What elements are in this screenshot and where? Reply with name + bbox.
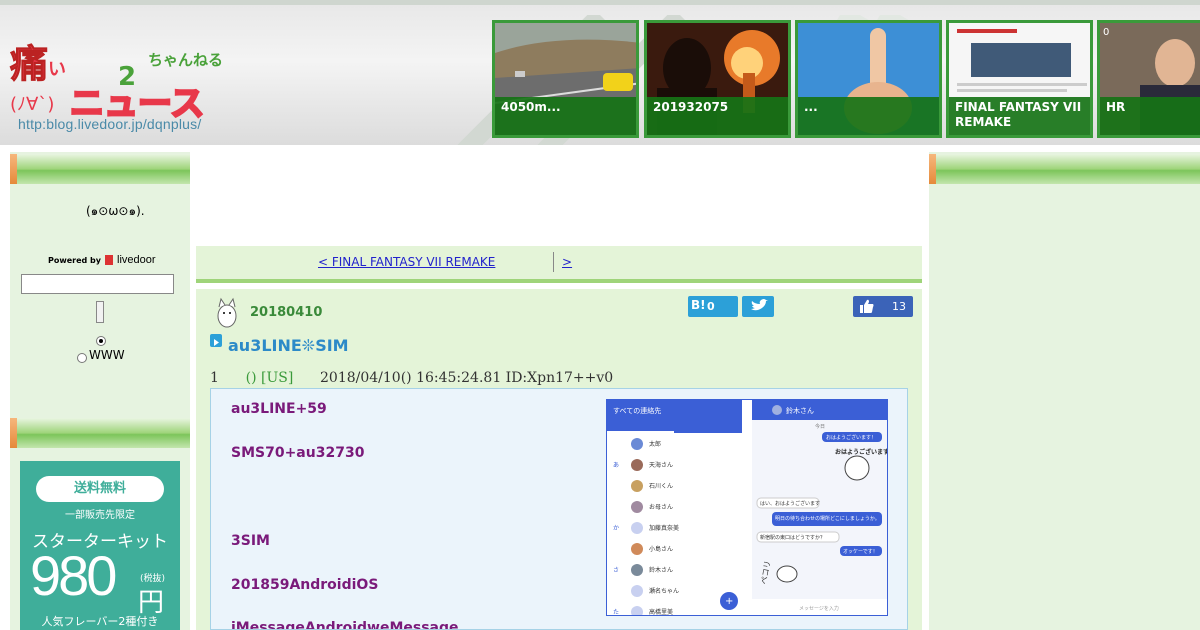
ad-limited-text: 一部販売先限定 <box>65 510 135 521</box>
article: 20180410 B! 0 13 au3LINE❊SIM 1 () [US] 2… <box>196 289 922 630</box>
article-nav: < FINAL FANTASY VII REMAKE > <box>196 246 922 283</box>
search-button[interactable] <box>96 301 104 323</box>
sidebar-section-bar <box>10 418 190 448</box>
post-line-4: 201859AndroidiOS <box>231 577 379 593</box>
right-sidebar-header-bar <box>929 154 1200 184</box>
svg-text:今日: 今日 <box>815 423 825 430</box>
header-thumb-2[interactable]: 201932075 <box>644 20 791 138</box>
svg-text:新宿駅の東口はどうですか？: 新宿駅の東口はどうですか？ <box>760 534 825 541</box>
post-line-3: 3SIM <box>231 533 270 549</box>
post-number: 1 <box>210 370 219 386</box>
sidebar-header-bar <box>10 154 190 184</box>
thumb-caption: ... <box>798 97 939 135</box>
radio-www[interactable] <box>77 353 87 363</box>
header-thumb-3[interactable]: ... <box>795 20 942 138</box>
svg-text:+: + <box>725 596 733 607</box>
thumb-caption: FINAL FANTASY VII REMAKE <box>949 97 1090 135</box>
livedoor-icon <box>105 255 113 265</box>
svg-text:瀬名ちゃん: 瀬名ちゃん <box>649 587 679 595</box>
svg-text:お母さん: お母さん <box>649 504 673 511</box>
sidebar-face-text: (๑⊙ω⊙๑). <box>86 204 145 218</box>
svg-text:明日の待ち合わせの場所どこにしましょうか。: 明日の待ち合わせの場所どこにしましょうか。 <box>775 515 880 522</box>
thumb-caption: 201932075 <box>647 97 788 135</box>
svg-text:太郎: 太郎 <box>649 440 661 448</box>
svg-text:はい、おはようございます: はい、おはようございます <box>760 500 820 507</box>
contacts-header: すべての連絡先 <box>613 406 661 415</box>
article-title[interactable]: au3LINE❊SIM <box>228 336 349 355</box>
svg-text:い: い <box>48 59 66 80</box>
thumb-count: 0 <box>1103 27 1110 38</box>
svg-text:あ: あ <box>613 462 619 469</box>
main-content: < FINAL FANTASY VII REMAKE > 20180410 B!… <box>190 152 929 630</box>
thumb-caption: 4050m... <box>495 97 636 135</box>
hatena-bookmark-button[interactable]: B! 0 <box>688 296 738 317</box>
svg-text:ちゃんねる: ちゃんねる <box>148 51 223 69</box>
svg-text:天海さん: 天海さん <box>649 461 673 469</box>
svg-text:鈴木さん: 鈴木さん <box>649 566 673 574</box>
post-body: au3LINE+59 SMS70+au32730 3SIM 201859Andr… <box>210 388 908 630</box>
header-thumb-1[interactable]: 4050m... <box>492 20 639 138</box>
phone-screenshot-graphic: すべての連絡先 太郎 天海さん 石川くん お母さん 加藤真奈美 小島さん 鈴木さ… <box>607 400 888 616</box>
like-count: 13 <box>892 300 906 313</box>
radio-blog[interactable] <box>96 336 106 346</box>
svg-text:おはようございます: おはようございます <box>835 448 888 456</box>
site-header: 痛 い ちゃんねる 2 (ﾉ∀`) ニュース http:blog.livedoo… <box>0 0 1200 145</box>
svg-text:か: か <box>613 525 619 532</box>
post-line-1: au3LINE+59 <box>231 401 327 417</box>
ad-flavor-text: 人気フレーバー2種付き <box>41 615 159 628</box>
svg-text:石川くん: 石川くん <box>649 483 673 490</box>
left-sidebar: (๑⊙ω⊙๑). Powered by livedoor WWW 送料無料 一部… <box>10 152 190 630</box>
hatena-count: 0 <box>707 300 715 313</box>
tweet-button[interactable] <box>742 296 774 317</box>
powered-by-livedoor[interactable]: Powered by livedoor <box>48 254 156 266</box>
phone-screenshot: すべての連絡先 太郎 天海さん 石川くん お母さん 加藤真奈美 小島さん 鈴木さ… <box>606 399 888 616</box>
thumbs-up-icon <box>860 299 874 313</box>
logo-url[interactable]: http:blog.livedoor.jp/dqnplus/ <box>18 116 201 132</box>
right-sidebar <box>929 152 1200 630</box>
radio-www-label: WWW <box>89 348 125 362</box>
post-line-2: SMS70+au32730 <box>231 445 365 461</box>
livedoor-label: livedoor <box>117 254 156 266</box>
search-input[interactable] <box>21 274 174 294</box>
post-author: () [US] <box>245 370 294 386</box>
twitter-bird-icon <box>751 299 768 311</box>
svg-text:(ﾉ∀`): (ﾉ∀`) <box>10 94 54 115</box>
prev-article-link[interactable]: < FINAL FANTASY VII REMAKE <box>318 255 495 269</box>
article-date: 20180410 <box>250 305 323 320</box>
svg-text:高橋里美: 高橋里美 <box>649 608 673 616</box>
starter-kit-ad[interactable]: 送料無料 一部販売先限定 スターターキット 980 (税抜) 円 人気フレーバー… <box>20 461 180 630</box>
ad-free-shipping-badge: 送料無料 <box>36 476 164 502</box>
svg-text:さ: さ <box>613 567 619 574</box>
thumb-caption: HR <box>1100 97 1200 135</box>
svg-text:おはようございます！: おはようございます！ <box>826 434 876 441</box>
next-article-link[interactable]: > <box>562 255 572 269</box>
svg-text:た: た <box>613 609 619 616</box>
hatena-icon: B! <box>691 298 706 312</box>
svg-text:メッセージを入力: メッセージを入力 <box>799 605 839 612</box>
svg-text:小島さん: 小島さん <box>649 545 673 553</box>
post-datetime: 2018/04/10() 16:45:24.81 ID:Xpn17++v0 <box>320 370 614 386</box>
title-play-icon <box>210 334 222 347</box>
header-thumb-4[interactable]: FINAL FANTASY VII REMAKE <box>946 20 1093 138</box>
header-thumb-5[interactable]: 0 HR <box>1097 20 1200 138</box>
powered-by-label: Powered by <box>48 255 101 265</box>
svg-text:加藤真奈美: 加藤真奈美 <box>649 524 679 532</box>
post-line-5: iMessageAndroidweMessage <box>231 620 459 630</box>
post-meta: 1 () [US] 2018/04/10() 16:45:24.81 ID:Xp… <box>210 370 613 386</box>
ad-price: 980 <box>30 544 117 607</box>
svg-text:鈴木さん: 鈴木さん <box>786 406 814 415</box>
svg-text:痛: 痛 <box>10 42 48 86</box>
nav-divider <box>553 252 554 272</box>
facebook-like-button[interactable]: 13 <box>853 296 913 317</box>
svg-text:オッケーです！: オッケーです！ <box>843 548 878 555</box>
mascot-icon <box>217 297 237 328</box>
